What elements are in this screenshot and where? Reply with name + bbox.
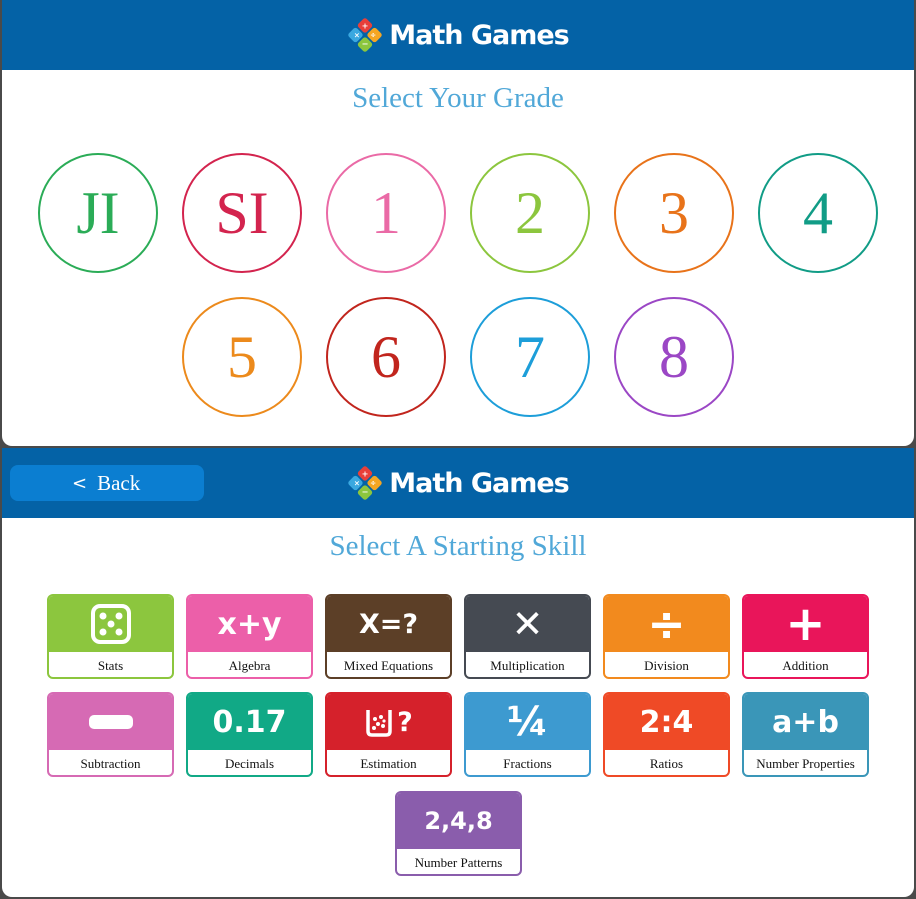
- brand-name: Math Games: [389, 467, 570, 499]
- skill-button-division[interactable]: ÷ Division: [603, 594, 730, 679]
- grade-label: 6: [371, 323, 401, 390]
- grade-button-6[interactable]: 6: [326, 297, 446, 417]
- back-label: Back: [97, 470, 141, 495]
- skill-button-algebra[interactable]: x+y Algebra: [186, 594, 313, 679]
- chevron-left-icon: <: [72, 472, 88, 494]
- grade-button-4[interactable]: 4: [758, 153, 878, 273]
- grade-title: Select Your Grade: [352, 82, 564, 114]
- skill-label: Mixed Equations: [343, 657, 434, 673]
- times-icon: ✕: [466, 596, 589, 652]
- header: + × ÷ − Math Games: [2, 0, 914, 70]
- grade-label: JI: [76, 179, 120, 246]
- skill-label: Estimation: [360, 755, 417, 771]
- grade-label: 5: [227, 323, 257, 390]
- skill-label: Division: [644, 657, 689, 673]
- grade-panel: + × ÷ − Math Games Select Your Grade JI …: [2, 0, 914, 446]
- skill-button-stats[interactable]: Stats: [47, 594, 174, 679]
- grade-button-1[interactable]: 1: [326, 153, 446, 273]
- skill-button-decimals[interactable]: 0.17 Decimals: [186, 692, 313, 777]
- grade-label: 2: [515, 179, 545, 246]
- svg-text:×: ×: [354, 479, 360, 488]
- svg-text:+: +: [362, 469, 369, 479]
- skill-label: Ratios: [649, 755, 684, 771]
- skill-button-estimation[interactable]: ? Estimation: [325, 692, 452, 777]
- grade-button-3[interactable]: 3: [614, 153, 734, 273]
- plus-icon: +: [744, 596, 867, 652]
- brand-name: Math Games: [389, 19, 570, 51]
- ab-icon: a+b: [744, 694, 867, 750]
- skill-label: Algebra: [228, 657, 271, 673]
- logo[interactable]: + × ÷ − Math Games: [347, 465, 570, 501]
- xy-icon: x+y: [188, 596, 311, 652]
- svg-text:+: +: [362, 21, 369, 31]
- dice-icon: [49, 596, 172, 652]
- logo[interactable]: + × ÷ − Math Games: [347, 17, 570, 53]
- math-games-logo-icon: + × ÷ −: [348, 18, 382, 52]
- divide-icon: ÷: [605, 596, 728, 652]
- grade-button-7[interactable]: 7: [470, 297, 590, 417]
- skill-label: Fractions: [503, 755, 552, 771]
- grade-label: 7: [515, 323, 545, 390]
- skill-button-number-properties[interactable]: a+b Number Properties: [742, 692, 869, 777]
- skill-button-addition[interactable]: + Addition: [742, 594, 869, 679]
- skill-label: Decimals: [224, 755, 275, 771]
- svg-text:÷: ÷: [370, 479, 376, 488]
- svg-text:÷: ÷: [370, 31, 376, 40]
- grade-button-5[interactable]: 5: [182, 297, 302, 417]
- math-games-logo-icon: + × ÷ −: [348, 466, 382, 500]
- question-mark: ?: [397, 706, 413, 738]
- svg-text:−: −: [362, 39, 369, 49]
- grade-button-2[interactable]: 2: [470, 153, 590, 273]
- grade-label: 8: [659, 323, 689, 390]
- grade-label: SI: [215, 179, 269, 246]
- grade-label: 4: [803, 179, 833, 246]
- skill-label: Number Patterns: [414, 854, 503, 870]
- skill-label: Number Properties: [756, 755, 855, 771]
- svg-text:×: ×: [354, 31, 360, 40]
- skill-button-fractions[interactable]: ¼ Fractions: [464, 692, 591, 777]
- skill-label: Stats: [97, 657, 124, 673]
- quarter-icon: ¼: [466, 694, 589, 750]
- ratio-icon: 2:4: [605, 694, 728, 750]
- minus-icon: [49, 694, 172, 750]
- skill-button-ratios[interactable]: 2:4 Ratios: [603, 692, 730, 777]
- skill-label: Subtraction: [80, 755, 141, 771]
- skill-button-mixed-equations[interactable]: X=? Mixed Equations: [325, 594, 452, 679]
- grade-label: 3: [659, 179, 689, 246]
- skill-title: Select A Starting Skill: [329, 530, 587, 562]
- skill-label: Multiplication: [490, 657, 565, 673]
- grade-label: 1: [371, 179, 401, 246]
- jar-icon: ?: [327, 694, 450, 750]
- pattern-icon: 2,4,8: [397, 793, 520, 849]
- grade-button-si[interactable]: SI: [182, 153, 302, 273]
- grade-button-8[interactable]: 8: [614, 297, 734, 417]
- header: < Back + × ÷ − Math Games: [2, 448, 914, 518]
- skill-button-multiplication[interactable]: ✕ Multiplication: [464, 594, 591, 679]
- mixed-equation-icon: X=?: [327, 596, 450, 652]
- skill-button-subtraction[interactable]: Subtraction: [47, 692, 174, 777]
- skill-button-number-patterns[interactable]: 2,4,8 Number Patterns: [395, 791, 522, 876]
- svg-text:−: −: [362, 487, 369, 497]
- back-button[interactable]: < Back: [10, 465, 204, 501]
- skill-panel: < Back + × ÷ − Math Games Select A Start…: [2, 448, 914, 897]
- grade-button-ji[interactable]: JI: [38, 153, 158, 273]
- decimal-icon: 0.17: [188, 694, 311, 750]
- skill-label: Addition: [782, 657, 829, 673]
